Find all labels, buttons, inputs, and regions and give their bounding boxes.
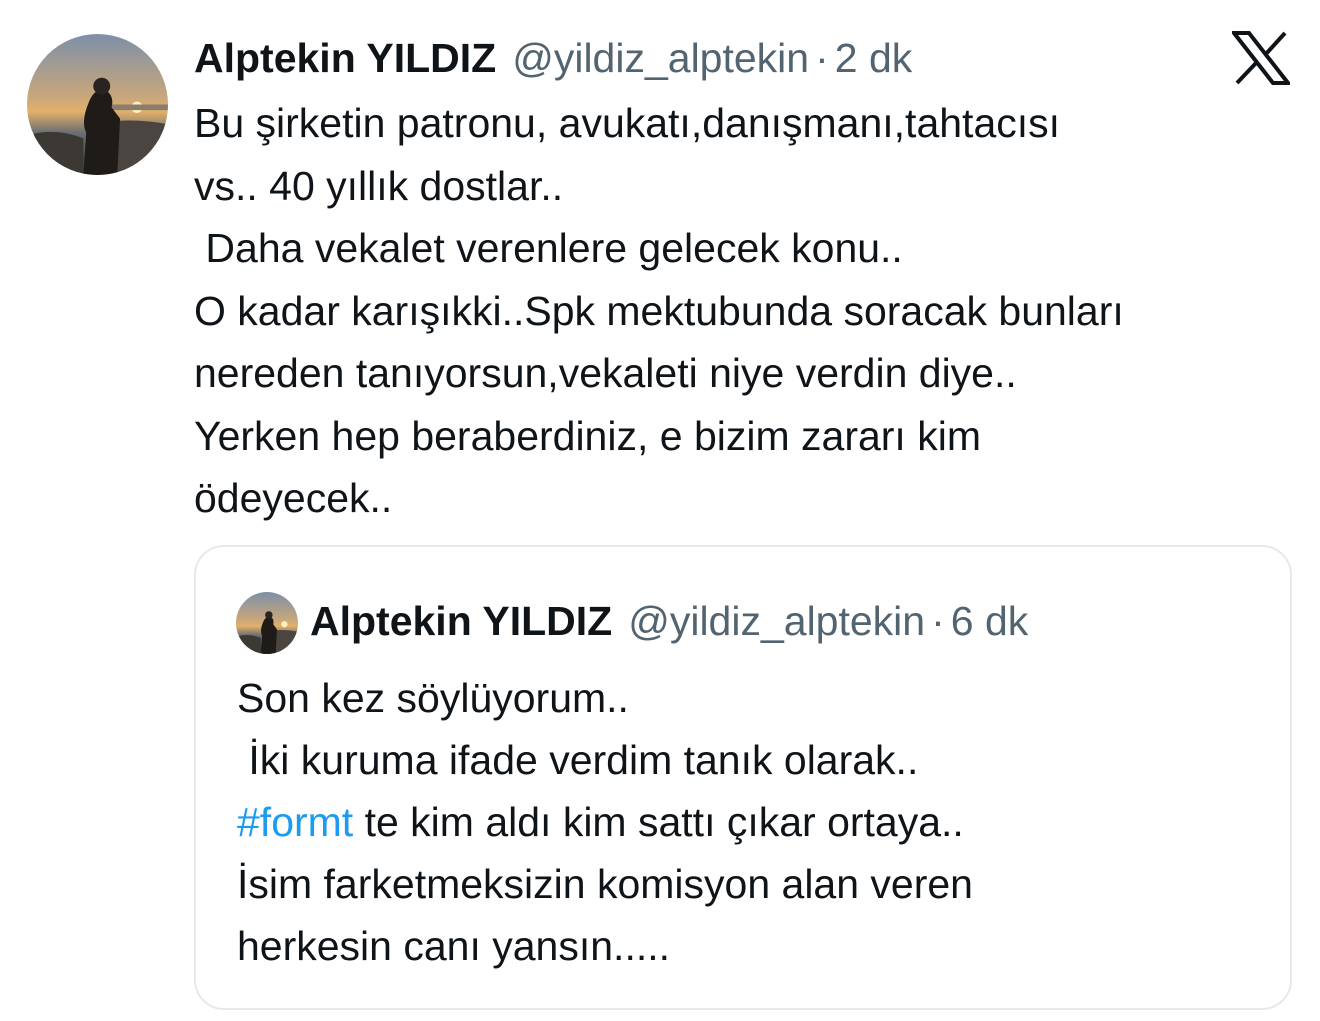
tweet-header: Alptekin YILDIZ @yildiz_alptekin · 2 dk bbox=[194, 30, 912, 86]
separator-dot: · bbox=[815, 34, 829, 81]
profile-photo-icon bbox=[236, 592, 298, 654]
quoted-author-name[interactable]: Alptekin YILDIZ bbox=[310, 598, 612, 645]
quoted-tweet-card[interactable]: Alptekin YILDIZ @yildiz_alptekin · 6 dk … bbox=[194, 545, 1292, 1010]
separator-dot: · bbox=[931, 597, 945, 644]
author-name[interactable]: Alptekin YILDIZ bbox=[194, 35, 496, 82]
quoted-avatar[interactable] bbox=[236, 592, 298, 654]
quoted-tweet-text: Son kez söylüyorum.. İki kuruma ifade ve… bbox=[237, 667, 1277, 977]
avatar[interactable] bbox=[27, 34, 168, 175]
quoted-author-handle[interactable]: @yildiz_alptekin bbox=[628, 598, 925, 645]
timestamp[interactable]: 2 dk bbox=[835, 35, 913, 82]
author-handle[interactable]: @yildiz_alptekin bbox=[512, 35, 809, 82]
quoted-timestamp[interactable]: 6 dk bbox=[951, 598, 1029, 645]
x-logo-icon[interactable] bbox=[1229, 31, 1293, 85]
profile-photo-icon bbox=[27, 34, 168, 175]
tweet-text: Bu şirketin patronu, avukatı,danışmanı,t… bbox=[194, 100, 1124, 521]
hashtag-link[interactable]: #formt bbox=[237, 799, 353, 845]
quoted-tweet-header: Alptekin YILDIZ @yildiz_alptekin · 6 dk bbox=[310, 593, 1028, 649]
quoted-text-part-1: Son kez söylüyorum.. İki kuruma ifade ve… bbox=[237, 675, 919, 783]
